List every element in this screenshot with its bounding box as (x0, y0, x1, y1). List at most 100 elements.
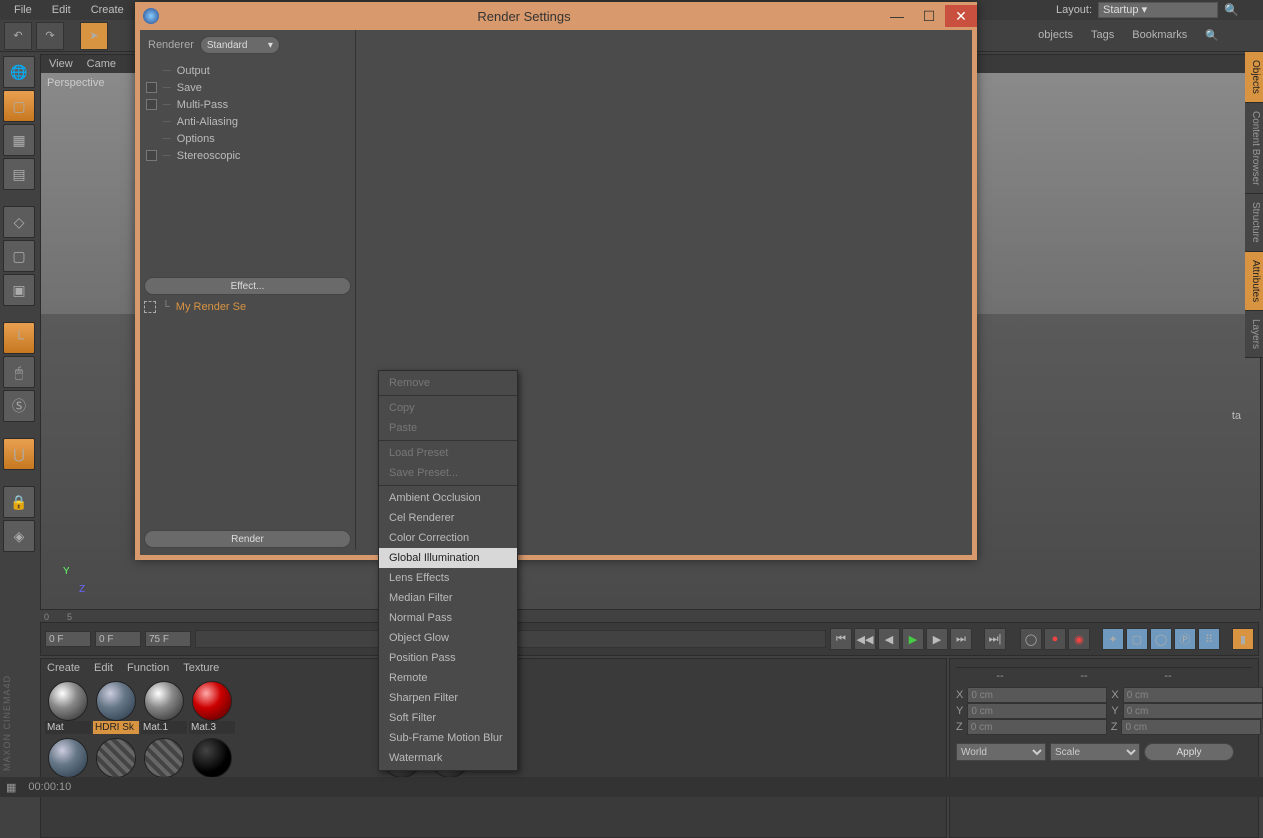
material-item[interactable]: HDRI Sk (93, 681, 139, 734)
mat-texture[interactable]: Texture (183, 662, 219, 674)
render-tree-item[interactable]: ─Multi-Pass (144, 96, 355, 113)
undo-button[interactable]: ↶ (4, 22, 32, 50)
move-tool[interactable]: ➤ (80, 22, 108, 50)
render-tree-item[interactable]: ─Save (144, 79, 355, 96)
search-icon[interactable]: 🔍 (1205, 29, 1219, 42)
coord-field[interactable] (1123, 703, 1263, 719)
ctx-sub-frame-motion-blur[interactable]: Sub-Frame Motion Blur (379, 728, 517, 748)
renderer-select[interactable]: Standard▾ (200, 36, 280, 54)
tab-attributes[interactable]: Attributes (1245, 252, 1263, 311)
mat-function[interactable]: Function (127, 662, 169, 674)
ctx-remote[interactable]: Remote (379, 668, 517, 688)
frame-b[interactable] (95, 631, 141, 647)
vp-camera[interactable]: Came (87, 58, 116, 70)
checkbox[interactable] (146, 99, 157, 110)
s-tool[interactable]: Ⓢ (3, 390, 35, 422)
checkbox[interactable] (146, 150, 157, 161)
menu-file[interactable]: File (4, 2, 42, 18)
edge-tool[interactable]: ▢ (3, 240, 35, 272)
close-button[interactable]: ✕ (945, 5, 977, 27)
preset-name[interactable]: My Render Se (176, 301, 246, 313)
checker-tool[interactable]: ▦ (3, 124, 35, 156)
poly-tool[interactable]: ▣ (3, 274, 35, 306)
checkbox[interactable] (146, 82, 157, 93)
coord-lbl: Y (1111, 705, 1118, 717)
dialog-titlebar[interactable]: Render Settings — ☐ ✕ (135, 2, 977, 30)
world-select[interactable]: World (956, 743, 1046, 761)
ctx-global-illumination[interactable]: Global Illumination (379, 548, 517, 568)
goto-end-button[interactable]: ⏭ (950, 628, 972, 650)
cube-tool[interactable]: ▢ (3, 90, 35, 122)
material-item[interactable]: Mat (45, 681, 91, 734)
coord-field[interactable] (967, 703, 1107, 719)
coord-field[interactable] (1121, 719, 1261, 735)
effect-button[interactable]: Effect... (144, 277, 351, 295)
tab-objects[interactable]: objects (1038, 29, 1073, 42)
tab-layers[interactable]: Layers (1245, 311, 1263, 358)
maximize-button[interactable]: ☐ (913, 5, 945, 27)
menu-edit[interactable]: Edit (42, 2, 81, 18)
render-tree-item[interactable]: ─Stereoscopic (144, 147, 355, 164)
tab-content-browser[interactable]: Content Browser (1245, 103, 1263, 194)
material-item[interactable]: Mat.1 (141, 681, 187, 734)
frame-a[interactable] (45, 631, 91, 647)
record-button[interactable]: ● (1044, 628, 1066, 650)
ctx-position-pass[interactable]: Position Pass (379, 648, 517, 668)
render-tree-item[interactable]: ─Anti-Aliasing (144, 113, 355, 130)
tab-tags[interactable]: Tags (1091, 29, 1114, 42)
key-param[interactable]: Ⓟ (1174, 628, 1196, 650)
play-button[interactable]: ▶ (902, 628, 924, 650)
ctx-color-correction[interactable]: Color Correction (379, 528, 517, 548)
ctx-median-filter[interactable]: Median Filter (379, 588, 517, 608)
minimize-button[interactable]: — (881, 5, 913, 27)
axis-tool[interactable]: └ (3, 322, 35, 354)
mouse-tool[interactable]: 🖱 (3, 356, 35, 388)
search-icon[interactable]: 🔍 (1224, 3, 1239, 17)
ctx-lens-effects[interactable]: Lens Effects (379, 568, 517, 588)
key-rot[interactable]: ◯ (1150, 628, 1172, 650)
key-scale[interactable]: ▢ (1126, 628, 1148, 650)
scale-select[interactable]: Scale (1050, 743, 1140, 761)
autokey-button[interactable]: ◉ (1068, 628, 1090, 650)
loop-button[interactable]: ⏭| (984, 628, 1006, 650)
vp-view[interactable]: View (49, 58, 73, 70)
next-frame-button[interactable]: ▶ (926, 628, 948, 650)
tab-structure[interactable]: Structure (1245, 194, 1263, 252)
prev-frame-button[interactable]: ◀ (878, 628, 900, 650)
ctx-object-glow[interactable]: Object Glow (379, 628, 517, 648)
ctx-watermark[interactable]: Watermark (379, 748, 517, 768)
goto-start-button[interactable]: ⏮ (830, 628, 852, 650)
rec-1[interactable]: ◯ (1020, 628, 1042, 650)
frame-c[interactable] (145, 631, 191, 647)
menu-create[interactable]: Create (81, 2, 134, 18)
mat-create[interactable]: Create (47, 662, 80, 674)
point-tool[interactable]: ◇ (3, 206, 35, 238)
redo-button[interactable]: ↷ (36, 22, 64, 50)
render-tree-item[interactable]: ─Options (144, 130, 355, 147)
magnet-tool[interactable]: ⋃ (3, 438, 35, 470)
prev-key-button[interactable]: ◀◀ (854, 628, 876, 650)
key-pos[interactable]: ✦ (1102, 628, 1124, 650)
key-pla[interactable]: ⠿ (1198, 628, 1220, 650)
mat-edit[interactable]: Edit (94, 662, 113, 674)
render-tree-item[interactable]: ─Output (144, 62, 355, 79)
misc-tool[interactable]: ◈ (3, 520, 35, 552)
render-button[interactable]: Render (144, 530, 351, 548)
tab-bookmarks[interactable]: Bookmarks (1132, 29, 1187, 42)
ctx-soft-filter[interactable]: Soft Filter (379, 708, 517, 728)
ctx-sharpen-filter[interactable]: Sharpen Filter (379, 688, 517, 708)
ctx-ambient-occlusion[interactable]: Ambient Occlusion (379, 488, 517, 508)
ctx-normal-pass[interactable]: Normal Pass (379, 608, 517, 628)
apply-button[interactable]: Apply (1144, 743, 1234, 761)
material-label: Mat.3 (189, 721, 235, 734)
lock-tool[interactable]: 🔒 (3, 486, 35, 518)
material-item[interactable]: Mat.3 (189, 681, 235, 734)
coord-field[interactable] (967, 687, 1107, 703)
coord-field[interactable] (967, 719, 1107, 735)
globe-icon[interactable]: 🌐 (3, 56, 35, 88)
ctx-cel-renderer[interactable]: Cel Renderer (379, 508, 517, 528)
tab-objects-side[interactable]: Objects (1245, 52, 1263, 103)
grid-tool[interactable]: ▤ (3, 158, 35, 190)
layout-select[interactable]: Startup ▾ (1098, 2, 1218, 18)
coord-field[interactable] (1123, 687, 1263, 703)
